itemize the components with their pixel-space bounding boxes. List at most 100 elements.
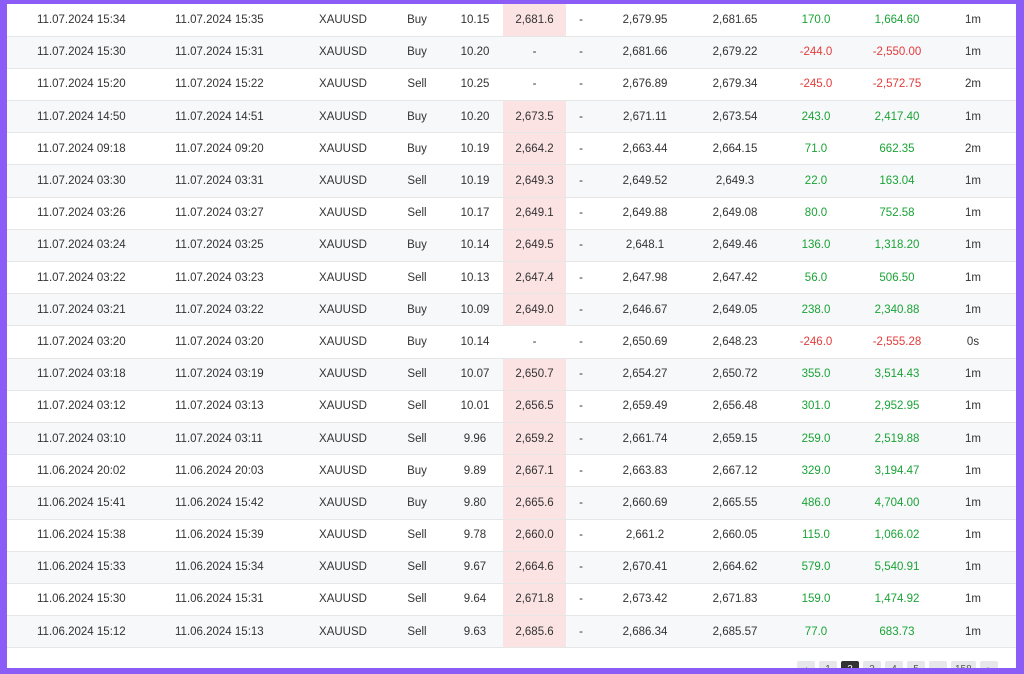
table-row: 11.07.2024 03:26 11.07.2024 03:27 XAUUSD Se… (7, 197, 1016, 230)
target-price-cell: - (503, 325, 566, 359)
symbol-cell: XAUUSD (299, 358, 387, 391)
page-button-5[interactable]: 5 (907, 661, 925, 668)
profit-cell: 683.73 (856, 615, 938, 649)
lot-size-cell: 9.63 (447, 615, 503, 649)
page-button-1[interactable]: 1 (819, 661, 837, 668)
lot-size-cell: 9.96 (447, 422, 503, 456)
lot-size-cell: 10.14 (447, 325, 503, 359)
profit-cell: -2,550.00 (856, 36, 938, 69)
type-cell: Sell (387, 164, 447, 198)
close-price-cell: 2,679.22 (694, 36, 776, 69)
stop-price-cell: - (566, 100, 596, 134)
stop-price-cell: - (566, 4, 596, 37)
pips-cell: -245.0 (776, 68, 856, 102)
profit-cell: 2,519.88 (856, 422, 938, 456)
percent-change-cell: -0.50% (1008, 68, 1016, 102)
open-price-cell: 2,659.49 (596, 390, 694, 423)
close-price-cell: 2,660.05 (694, 519, 776, 552)
profit-cell: 2,952.95 (856, 390, 938, 423)
profit-cell: 3,514.43 (856, 358, 938, 391)
open-time-cell: 11.06.2024 15:41 (7, 486, 153, 520)
type-cell: Buy (387, 100, 447, 134)
symbol-cell: XAUUSD (299, 583, 387, 617)
stop-price-cell: - (566, 293, 596, 327)
close-price-cell: 2,650.72 (694, 358, 776, 391)
target-price-cell: - (503, 68, 566, 102)
duration-cell: 1m (938, 422, 1008, 456)
symbol-cell: XAUUSD (299, 325, 387, 359)
percent-change-cell: 0.10% (1008, 261, 1016, 295)
type-cell: Sell (387, 551, 447, 584)
pips-cell: 301.0 (776, 390, 856, 423)
symbol-cell: XAUUSD (299, 68, 387, 102)
next-page-button[interactable]: › (979, 661, 998, 668)
stop-price-cell: - (566, 615, 596, 649)
pips-cell: 77.0 (776, 615, 856, 649)
lot-size-cell: 10.19 (447, 132, 503, 166)
open-time-cell: 11.07.2024 14:50 (7, 100, 153, 134)
open-time-cell: 11.06.2024 15:30 (7, 583, 153, 617)
target-price-cell: 2,649.3 (503, 164, 566, 198)
percent-change-cell: 0.26% (1008, 229, 1016, 263)
pips-cell: 71.0 (776, 132, 856, 166)
page-button-3[interactable]: 3 (863, 661, 881, 668)
symbol-cell: XAUUSD (299, 422, 387, 456)
open-time-cell: 11.07.2024 09:18 (7, 132, 153, 166)
type-cell: Buy (387, 36, 447, 69)
pips-cell: 80.0 (776, 197, 856, 230)
profit-cell: 662.35 (856, 132, 938, 166)
duration-cell: 1m (938, 358, 1008, 391)
open-price-cell: 2,660.69 (596, 486, 694, 520)
stop-price-cell: - (566, 325, 596, 359)
target-price-cell: 2,665.6 (503, 486, 566, 520)
target-price-cell: 2,660.0 (503, 519, 566, 552)
open-price-cell: 2,686.34 (596, 615, 694, 649)
open-price-cell: 2,663.83 (596, 454, 694, 488)
lot-size-cell: 10.25 (447, 68, 503, 102)
pips-cell: 355.0 (776, 358, 856, 391)
type-cell: Sell (387, 519, 447, 552)
stop-price-cell: - (566, 36, 596, 69)
target-price-cell: 2,649.5 (503, 229, 566, 263)
open-price-cell: 2,670.41 (596, 551, 694, 584)
pips-cell: 115.0 (776, 519, 856, 552)
open-price-cell: 2,663.44 (596, 132, 694, 166)
type-cell: Sell (387, 68, 447, 102)
pips-cell: 329.0 (776, 454, 856, 488)
type-cell: Sell (387, 583, 447, 617)
symbol-cell: XAUUSD (299, 36, 387, 69)
stop-price-cell: - (566, 390, 596, 423)
lot-size-cell: 9.89 (447, 454, 503, 488)
duration-cell: 1m (938, 551, 1008, 584)
open-time-cell: 11.07.2024 15:34 (7, 4, 153, 37)
duration-cell: 1m (938, 36, 1008, 69)
prev-page-button[interactable]: ‹ (797, 661, 815, 668)
profit-cell: 1,066.02 (856, 519, 938, 552)
percent-change-cell: 0.13% (1008, 132, 1016, 166)
close-price-cell: 2,679.34 (694, 68, 776, 102)
close-time-cell: 11.07.2024 09:20 (153, 132, 299, 166)
lot-size-cell: 10.13 (447, 261, 503, 295)
target-price-cell: 2,664.2 (503, 132, 566, 166)
table-row: 11.07.2024 15:30 11.07.2024 15:31 XAUUSD Bu… (7, 36, 1016, 69)
pips-cell: -244.0 (776, 36, 856, 69)
page-button-4[interactable]: 4 (885, 661, 903, 668)
profit-cell: 163.04 (856, 164, 938, 198)
table-row: 11.07.2024 14:50 11.07.2024 14:51 XAUUSD Bu… (7, 100, 1016, 134)
lot-size-cell: 10.17 (447, 197, 503, 230)
close-price-cell: 2,664.62 (694, 551, 776, 584)
duration-cell: 1m (938, 4, 1008, 37)
close-price-cell: 2,649.3 (694, 164, 776, 198)
open-time-cell: 11.07.2024 03:21 (7, 293, 153, 327)
lot-size-cell: 10.15 (447, 4, 503, 37)
percent-change-cell: 0.22% (1008, 519, 1016, 552)
page-button-2[interactable]: 2 (841, 661, 859, 668)
trade-history-table: 11.07.2024 15:34 11.07.2024 15:35 XAUUSD Bu… (7, 4, 1016, 649)
stop-price-cell: - (566, 551, 596, 584)
pips-cell: 238.0 (776, 293, 856, 327)
page-button-158[interactable]: 158 (951, 661, 976, 668)
close-time-cell: 11.07.2024 03:20 (153, 325, 299, 359)
table-row: 11.07.2024 15:34 11.07.2024 15:35 XAUUSD Bu… (7, 4, 1016, 37)
stop-price-cell: - (566, 197, 596, 230)
type-cell: Sell (387, 197, 447, 230)
